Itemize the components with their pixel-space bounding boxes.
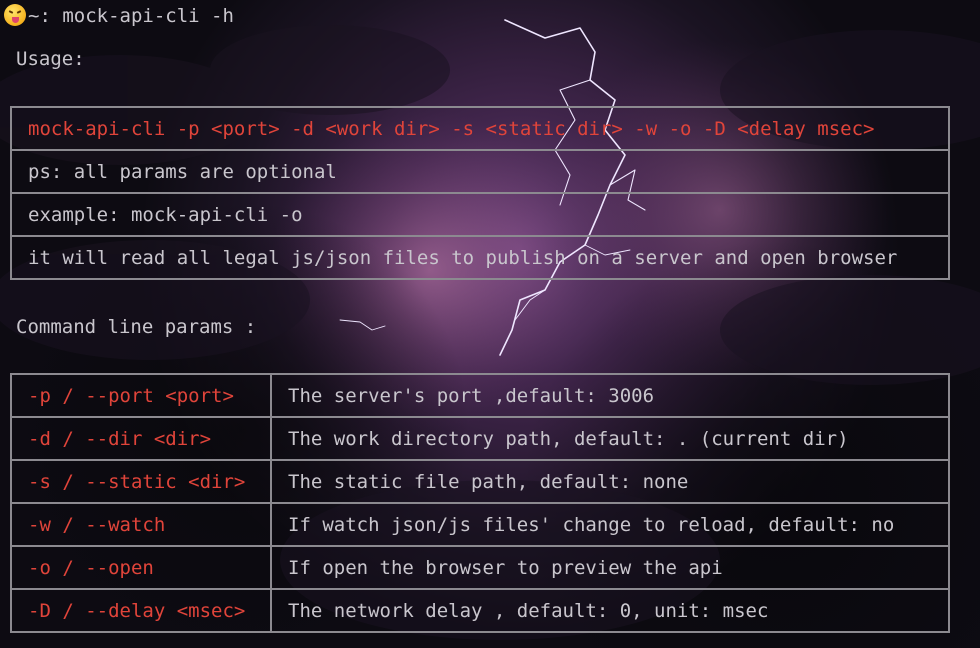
param-row: -d / --dir <dir> The work directory path… bbox=[10, 416, 950, 461]
usage-description: it will read all legal js/json files to … bbox=[10, 235, 950, 280]
param-flag: -o / --open bbox=[10, 545, 272, 590]
param-flag: -d / --dir <dir> bbox=[10, 416, 272, 461]
param-row: -D / --delay <msec> The network delay , … bbox=[10, 588, 950, 633]
usage-heading: Usage: bbox=[16, 48, 85, 70]
params-table: -p / --port <port> The server's port ,de… bbox=[10, 373, 950, 633]
param-row: -w / --watch If watch json/js files' cha… bbox=[10, 502, 950, 547]
param-flag: -D / --delay <msec> bbox=[10, 588, 272, 633]
squinting-face-with-tongue-icon bbox=[4, 4, 26, 26]
param-description: The static file path, default: none bbox=[270, 459, 950, 504]
param-row: -p / --port <port> The server's port ,de… bbox=[10, 373, 950, 418]
usage-table: mock-api-cli -p <port> -d <work dir> -s … bbox=[10, 106, 950, 280]
usage-example: example: mock-api-cli -o bbox=[10, 192, 950, 237]
usage-row: example: mock-api-cli -o bbox=[10, 192, 950, 237]
param-flag: -s / --static <dir> bbox=[10, 459, 272, 504]
usage-row: mock-api-cli -p <port> -d <work dir> -s … bbox=[10, 106, 950, 151]
terminal-prompt-line: ~: mock-api-cli -h bbox=[4, 2, 234, 30]
param-description: If watch json/js files' change to reload… bbox=[270, 502, 950, 547]
usage-note: ps: all params are optional bbox=[10, 149, 950, 194]
usage-syntax: mock-api-cli -p <port> -d <work dir> -s … bbox=[10, 106, 950, 151]
param-description: If open the browser to preview the api bbox=[270, 545, 950, 590]
params-heading: Command line params : bbox=[16, 316, 257, 338]
param-description: The network delay , default: 0, unit: ms… bbox=[270, 588, 950, 633]
usage-row: it will read all legal js/json files to … bbox=[10, 235, 950, 280]
prompt-command: mock-api-cli -h bbox=[62, 5, 234, 27]
param-flag: -p / --port <port> bbox=[10, 373, 272, 418]
param-flag: -w / --watch bbox=[10, 502, 272, 547]
usage-row: ps: all params are optional bbox=[10, 149, 950, 194]
prompt-path: ~: bbox=[28, 5, 63, 27]
param-row: -o / --open If open the browser to previ… bbox=[10, 545, 950, 590]
param-row: -s / --static <dir> The static file path… bbox=[10, 459, 950, 504]
param-description: The work directory path, default: . (cur… bbox=[270, 416, 950, 461]
param-description: The server's port ,default: 3006 bbox=[270, 373, 950, 418]
